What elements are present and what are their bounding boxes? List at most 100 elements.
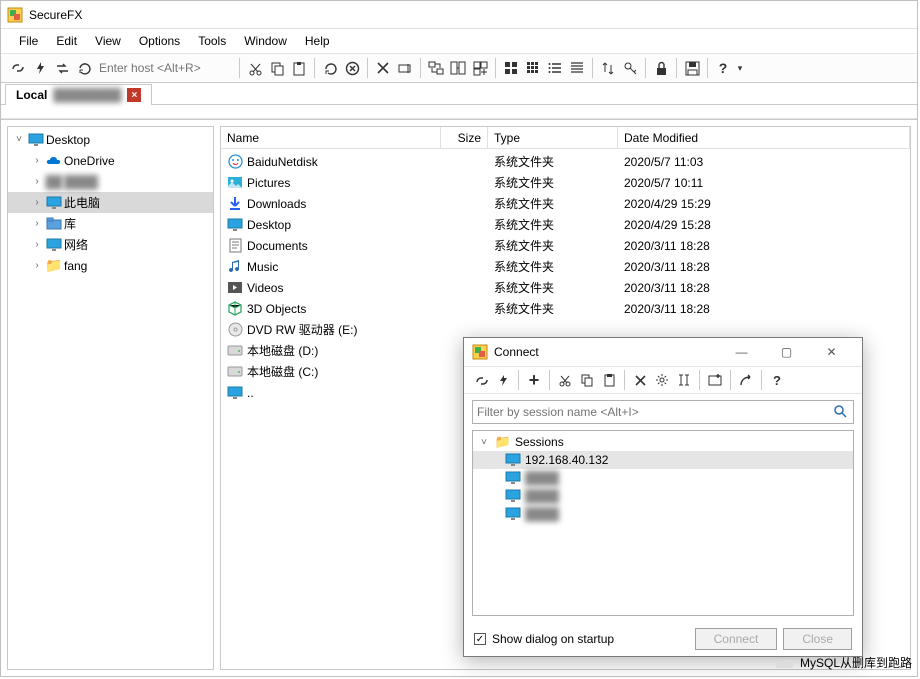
search-icon[interactable]: [833, 404, 849, 420]
menu-edit[interactable]: Edit: [48, 32, 85, 50]
session-tree[interactable]: ˅ 📁 Sessions 192.168.40.132 ████ ████ ██…: [472, 430, 854, 616]
stop-icon[interactable]: [341, 57, 363, 79]
lock-icon[interactable]: [650, 57, 672, 79]
view-details-icon[interactable]: [566, 57, 588, 79]
filter-input[interactable]: [477, 405, 833, 419]
file-row[interactable]: Documents系统文件夹2020/3/11 18:28: [221, 235, 910, 256]
file-row[interactable]: Desktop系统文件夹2020/4/29 15:28: [221, 214, 910, 235]
view-small-icon[interactable]: [522, 57, 544, 79]
tree-item[interactable]: ›库: [8, 213, 213, 234]
tree-label: 此电脑: [64, 194, 100, 211]
key-icon[interactable]: [619, 57, 641, 79]
close-icon[interactable]: ✕: [809, 339, 854, 365]
chevron-icon[interactable]: ›: [30, 260, 44, 271]
connect-icon[interactable]: [7, 57, 29, 79]
file-row[interactable]: BaiduNetdisk系统文件夹2020/5/7 11:03: [221, 151, 910, 172]
session-item[interactable]: ████: [473, 469, 853, 487]
cut-icon[interactable]: [244, 57, 266, 79]
close-button[interactable]: Close: [783, 628, 852, 650]
monitor-icon: [227, 385, 243, 401]
mirror-icon[interactable]: [447, 57, 469, 79]
connect-toolbar: + ?: [464, 366, 862, 394]
tree-label: OneDrive: [64, 154, 115, 168]
watermark-text: MySQL从删库到跑路: [800, 654, 912, 671]
folder-tree[interactable]: ˅Desktop›OneDrive›██████›此电脑›库›网络›📁fang: [7, 126, 214, 670]
connect-properties-icon[interactable]: [651, 369, 673, 391]
session-item[interactable]: ████: [473, 487, 853, 505]
chevron-icon[interactable]: ›: [30, 218, 44, 229]
help-icon[interactable]: ?: [712, 57, 734, 79]
connect-copy-icon[interactable]: [576, 369, 598, 391]
chevron-icon[interactable]: ›: [30, 239, 44, 250]
tree-item[interactable]: ˅Desktop: [8, 129, 213, 150]
minimize-icon[interactable]: —: [719, 339, 764, 365]
session-item[interactable]: ████: [473, 505, 853, 523]
connect-link-icon[interactable]: [470, 369, 492, 391]
transfer-icon[interactable]: [597, 57, 619, 79]
menu-tools[interactable]: Tools: [190, 32, 234, 50]
quick-connect-icon[interactable]: [29, 57, 51, 79]
chevron-icon[interactable]: ˅: [12, 134, 26, 145]
col-size[interactable]: Size: [441, 127, 488, 148]
cloud-icon: [46, 153, 62, 169]
connect-find-icon[interactable]: [673, 369, 695, 391]
col-type[interactable]: Type: [488, 127, 618, 148]
chevron-icon[interactable]: ›: [30, 197, 44, 208]
file-row[interactable]: 3D Objects系统文件夹2020/3/11 18:28: [221, 298, 910, 319]
connect-delete-icon[interactable]: [629, 369, 651, 391]
paste-icon[interactable]: [288, 57, 310, 79]
tree-item[interactable]: ›██████: [8, 171, 213, 192]
file-name: DVD RW 驱动器 (E:): [247, 321, 357, 338]
menu-file[interactable]: File: [11, 32, 46, 50]
chevron-icon[interactable]: ›: [30, 155, 44, 166]
tree-item[interactable]: › 网络: [8, 234, 213, 255]
tree-item[interactable]: › OneDrive: [8, 150, 213, 171]
session-item-selected[interactable]: 192.168.40.132: [473, 451, 853, 469]
sync-icon[interactable]: [425, 57, 447, 79]
connect-shortcut-icon[interactable]: [735, 369, 757, 391]
copy-icon[interactable]: [266, 57, 288, 79]
tree-label: 网络: [64, 236, 88, 253]
monitor-icon: [227, 217, 243, 233]
menu-options[interactable]: Options: [131, 32, 188, 50]
connect-help-icon[interactable]: ?: [766, 369, 788, 391]
new-session-icon[interactable]: +: [523, 369, 545, 391]
tree-item[interactable]: › 此电脑: [8, 192, 213, 213]
connect-newfolder-icon[interactable]: [704, 369, 726, 391]
chevron-down-icon[interactable]: ˅: [477, 437, 491, 448]
col-name[interactable]: Name: [221, 127, 441, 148]
file-row[interactable]: Pictures系统文件夹2020/5/7 10:11: [221, 172, 910, 193]
view-large-icon[interactable]: [500, 57, 522, 79]
menu-help[interactable]: Help: [297, 32, 338, 50]
tab-local[interactable]: Local ████████ ×: [5, 84, 152, 105]
tab-close-icon[interactable]: ×: [127, 88, 141, 102]
disc-icon: [227, 322, 243, 338]
host-input[interactable]: [95, 59, 235, 77]
queue-icon[interactable]: [469, 57, 491, 79]
file-row[interactable]: Videos系统文件夹2020/3/11 18:28: [221, 277, 910, 298]
show-on-startup-checkbox[interactable]: ✓: [474, 633, 486, 645]
connect-paste-icon[interactable]: [598, 369, 620, 391]
refresh-icon[interactable]: [319, 57, 341, 79]
reconnect-icon[interactable]: [51, 57, 73, 79]
chevron-icon[interactable]: ›: [30, 176, 44, 187]
delete-icon[interactable]: [372, 57, 394, 79]
view-list-icon[interactable]: [544, 57, 566, 79]
file-name: ..: [247, 386, 254, 400]
file-date: 2020/3/11 18:28: [618, 239, 910, 253]
maximize-icon[interactable]: ▢: [764, 339, 809, 365]
connect-cut-icon[interactable]: [554, 369, 576, 391]
dropdown-icon[interactable]: ▾: [734, 57, 746, 79]
sessions-root[interactable]: ˅ 📁 Sessions: [473, 433, 853, 451]
connect-button[interactable]: Connect: [695, 628, 778, 650]
rename-icon[interactable]: [394, 57, 416, 79]
file-row[interactable]: Downloads系统文件夹2020/4/29 15:29: [221, 193, 910, 214]
connect-quick-icon[interactable]: [492, 369, 514, 391]
menu-view[interactable]: View: [87, 32, 129, 50]
col-date[interactable]: Date Modified: [618, 127, 910, 148]
tree-item[interactable]: ›📁fang: [8, 255, 213, 276]
file-row[interactable]: Music系统文件夹2020/3/11 18:28: [221, 256, 910, 277]
reconnect-all-icon[interactable]: [73, 57, 95, 79]
save-icon[interactable]: [681, 57, 703, 79]
menu-window[interactable]: Window: [236, 32, 295, 50]
